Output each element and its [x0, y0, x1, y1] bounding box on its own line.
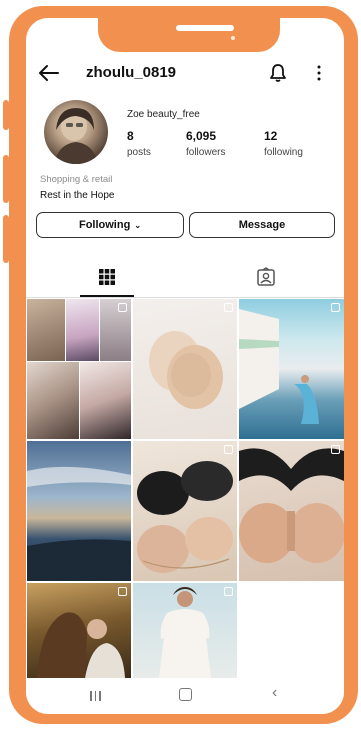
stat-posts[interactable]: 8 posts: [127, 129, 151, 158]
more-vertical-icon[interactable]: [316, 64, 322, 82]
camera-icon: [231, 36, 235, 40]
side-button: [3, 155, 9, 203]
speaker-icon: [176, 25, 234, 31]
message-label: Message: [238, 219, 286, 231]
profile-bio: Rest in the Hope: [40, 190, 115, 201]
stat-value: 12: [264, 129, 278, 143]
side-button: [3, 100, 9, 130]
stat-value: 8: [127, 129, 134, 143]
profile-tabs: [26, 258, 344, 298]
avatar[interactable]: [44, 100, 108, 164]
post-image: [239, 448, 344, 563]
system-navigation-bar: ‹: [26, 678, 344, 714]
post-thumbnail[interactable]: [133, 299, 237, 439]
grid-icon[interactable]: [98, 268, 116, 286]
post-thumbnail[interactable]: [133, 583, 237, 678]
post-image: [37, 612, 125, 678]
post-thumbnail[interactable]: [27, 299, 131, 439]
side-button: [3, 215, 9, 263]
message-button[interactable]: Message: [189, 212, 335, 238]
stat-label: followers: [186, 147, 226, 158]
post-thumbnail[interactable]: [133, 441, 237, 581]
stat-label: following: [264, 147, 303, 158]
avatar-photo: [54, 108, 98, 164]
bell-icon[interactable]: [269, 63, 287, 83]
post-thumbnail[interactable]: [239, 441, 344, 581]
post-image: [159, 587, 211, 678]
post-image: [137, 461, 233, 573]
stat-value: 6,095: [186, 129, 217, 143]
following-label: Following: [78, 219, 131, 231]
multiple-posts-icon: [224, 587, 233, 596]
stat-following[interactable]: 12 following: [264, 129, 303, 158]
multiple-posts-icon: [331, 445, 340, 454]
chevron-down-icon: ⌄: [134, 220, 142, 230]
profile-category: Shopping & retail: [40, 174, 113, 185]
multiple-posts-icon: [118, 303, 127, 312]
home-icon[interactable]: [179, 688, 192, 701]
tab-divider: [26, 297, 344, 298]
post-image: [27, 466, 131, 581]
stat-followers[interactable]: 6,095 followers: [186, 129, 225, 158]
post-thumbnail[interactable]: [27, 441, 131, 581]
post-thumbnail[interactable]: [27, 583, 131, 678]
post-image: [239, 309, 319, 424]
back-chevron-icon[interactable]: ‹: [272, 684, 277, 702]
following-button[interactable]: Following ⌄: [36, 212, 184, 238]
multiple-posts-icon: [224, 303, 233, 312]
stat-label: posts: [127, 147, 151, 158]
post-image: [149, 331, 223, 409]
username-title: zhoulu_0819: [86, 64, 177, 81]
phone-screen: zhoulu_0819 Zoe beauty_free 8 posts 6,09…: [26, 18, 344, 714]
arrow-left-icon[interactable]: [38, 64, 60, 82]
multiple-posts-icon: [331, 303, 340, 312]
recents-icon[interactable]: [90, 688, 104, 706]
multiple-posts-icon: [118, 587, 127, 596]
tagged-person-icon[interactable]: [256, 267, 276, 287]
display-name: Zoe beauty_free: [127, 109, 200, 120]
multiple-posts-icon: [224, 445, 233, 454]
profile-header: zhoulu_0819: [26, 62, 344, 86]
post-thumbnail[interactable]: [239, 299, 344, 439]
notch: [98, 18, 280, 52]
